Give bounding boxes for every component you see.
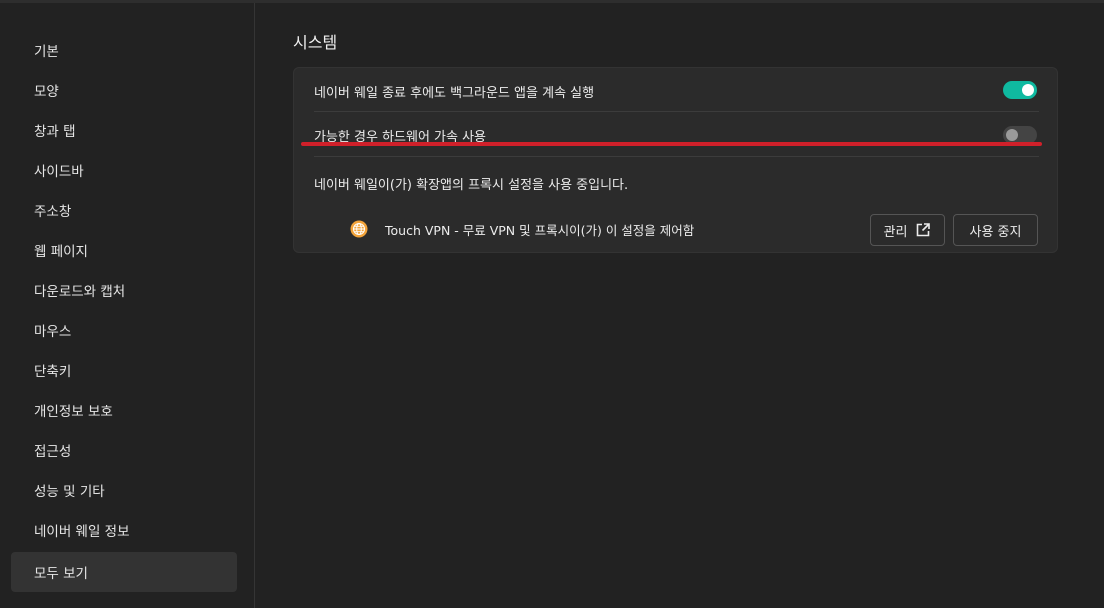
sidebar-item-label: 기본 [34, 44, 59, 60]
sidebar-item-label: 모두 보기 [34, 566, 88, 582]
manage-button[interactable]: 관리 [870, 214, 945, 246]
sidebar-item-label: 접근성 [34, 444, 72, 460]
external-link-icon [917, 223, 931, 237]
sidebar-item-label: 네이버 웨일 정보 [34, 524, 130, 540]
manage-button-label: 관리 [883, 224, 908, 240]
proxy-notice: 네이버 웨일이(가) 확장앱의 프록시 설정을 사용 중입니다. [314, 178, 629, 193]
settings-main: 시스템 네이버 웨일 종료 후에도 백그라운드 앱을 계속 실행 가능한 경우 … [256, 3, 1104, 608]
divider [314, 111, 1039, 112]
extension-control-text: Touch VPN - 무료 VPN 및 프록시이(가) 이 설정을 제어함 [385, 223, 695, 238]
sidebar-item-about[interactable]: 네이버 웨일 정보 [11, 510, 237, 550]
sidebar-item-basic[interactable]: 기본 [11, 30, 237, 70]
sidebar-item-label: 주소창 [34, 204, 72, 220]
globe-icon [350, 220, 368, 238]
toggle-knob [1006, 129, 1018, 141]
background-apps-label: 네이버 웨일 종료 후에도 백그라운드 앱을 계속 실행 [314, 86, 595, 101]
sidebar-item-label: 웹 페이지 [34, 244, 88, 260]
sidebar-item-label: 마우스 [34, 324, 72, 340]
sidebar-item-label: 창과 탭 [34, 124, 76, 140]
sidebar-item-web-page[interactable]: 웹 페이지 [11, 230, 237, 270]
sidebar-item-accessibility[interactable]: 접근성 [11, 430, 237, 470]
sidebar-item-show-all[interactable]: 모두 보기 [11, 552, 237, 592]
sidebar-item-performance[interactable]: 성능 및 기타 [11, 470, 237, 510]
toggle-knob [1022, 84, 1034, 96]
sidebar-item-shortcuts[interactable]: 단축키 [11, 350, 237, 390]
sidebar-item-mouse[interactable]: 마우스 [11, 310, 237, 350]
sidebar-item-sidebar[interactable]: 사이드바 [11, 150, 237, 190]
sidebar-item-windows-tabs[interactable]: 창과 탭 [11, 110, 237, 150]
annotation-underline [301, 142, 1042, 146]
disable-extension-button[interactable]: 사용 중지 [953, 214, 1038, 246]
sidebar-item-label: 성능 및 기타 [34, 484, 105, 500]
system-settings-card: 네이버 웨일 종료 후에도 백그라운드 앱을 계속 실행 가능한 경우 하드웨어… [293, 67, 1058, 253]
settings-sidebar: 기본 모양 창과 탭 사이드바 주소창 웹 페이지 다운로드와 캡처 마우스 단… [0, 3, 255, 608]
disable-button-label: 사용 중지 [969, 224, 1022, 240]
section-title: 시스템 [293, 33, 338, 52]
sidebar-item-download-capture[interactable]: 다운로드와 캡처 [11, 270, 237, 310]
background-apps-toggle[interactable] [1003, 81, 1037, 99]
sidebar-item-label: 모양 [34, 84, 59, 100]
sidebar-item-appearance[interactable]: 모양 [11, 70, 237, 110]
sidebar-item-label: 다운로드와 캡처 [34, 284, 126, 300]
sidebar-item-address-bar[interactable]: 주소창 [11, 190, 237, 230]
sidebar-item-label: 개인정보 보호 [34, 404, 113, 420]
divider [314, 156, 1039, 157]
sidebar-item-privacy[interactable]: 개인정보 보호 [11, 390, 237, 430]
sidebar-item-label: 단축키 [34, 364, 72, 380]
sidebar-item-label: 사이드바 [34, 164, 84, 180]
